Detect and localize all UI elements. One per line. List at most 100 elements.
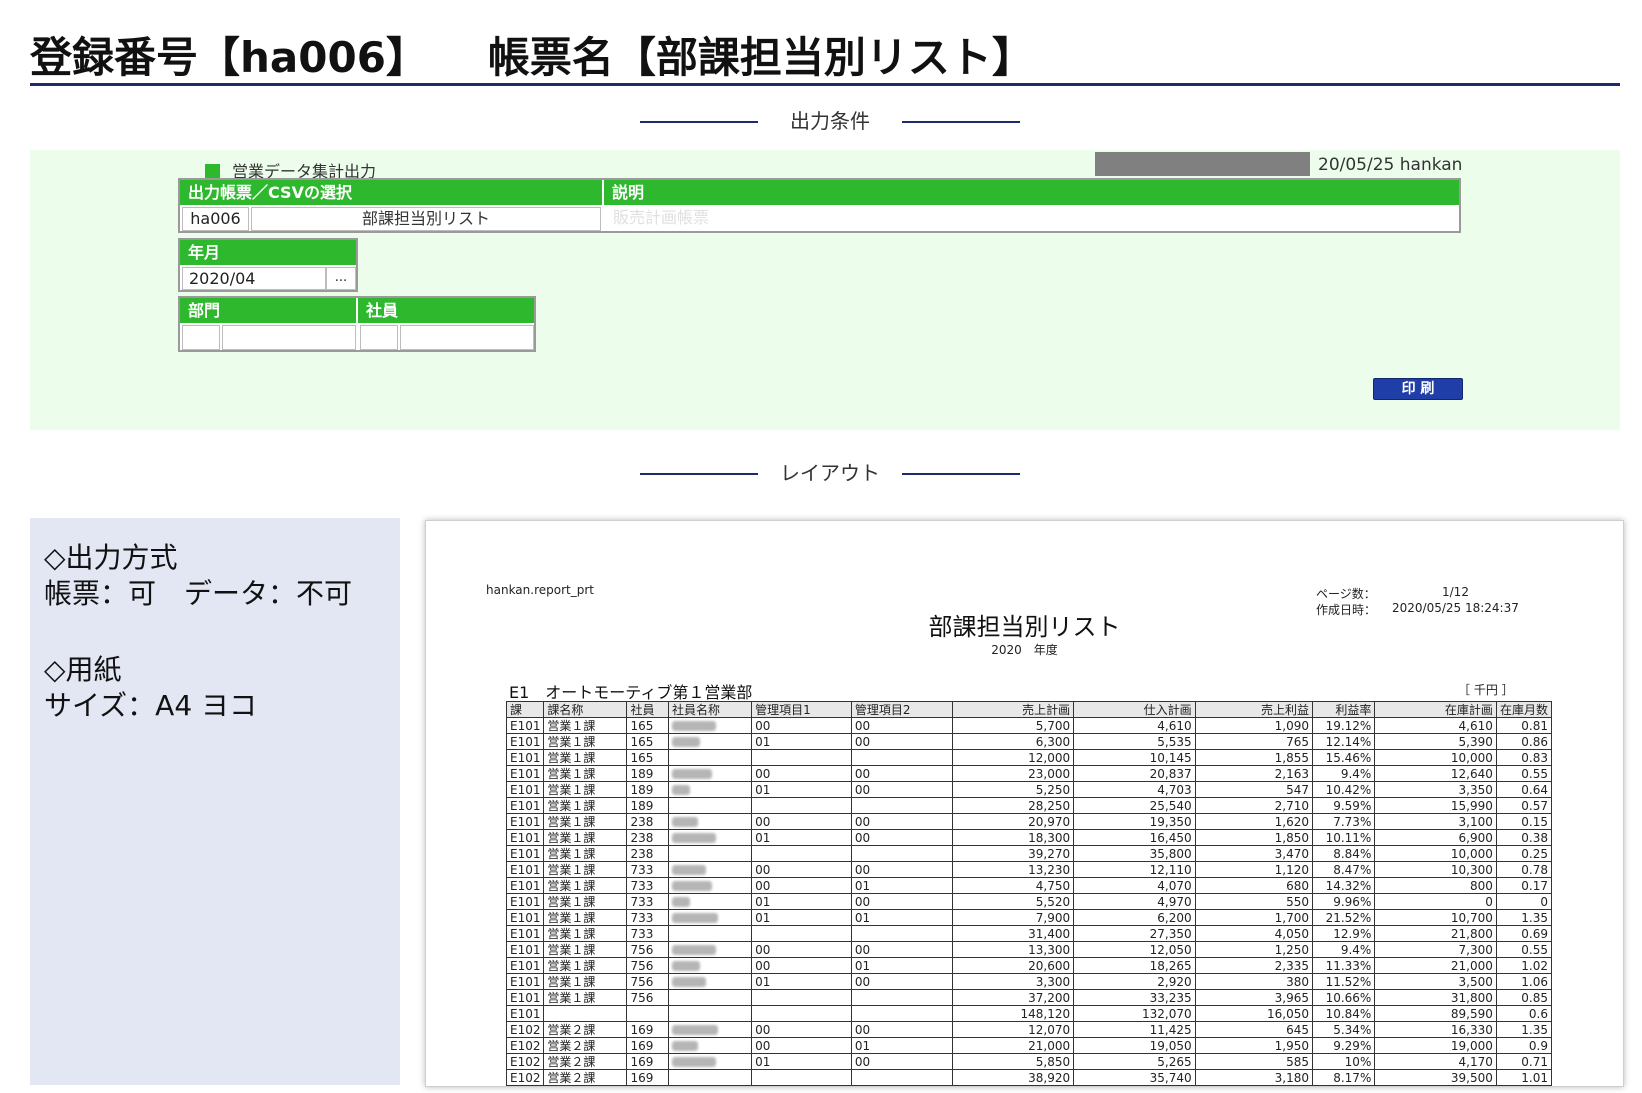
- table-cell: 238: [626, 829, 670, 846]
- department-code-input[interactable]: [182, 325, 220, 350]
- table-cell: 営業１課: [543, 957, 628, 974]
- table-cell: 1.02: [1495, 957, 1553, 974]
- table-cell: [543, 1005, 628, 1022]
- column-header: 課名称: [543, 701, 628, 718]
- table-cell: 4,050: [1194, 925, 1314, 942]
- paper-value: サイズ：A4 ヨコ: [44, 689, 258, 722]
- table-cell: 営業１課: [543, 941, 628, 958]
- redacted-name: [672, 1057, 717, 1067]
- table-cell: 165: [626, 717, 670, 734]
- table-cell: 1.35: [1495, 909, 1553, 926]
- table-cell: 3,100: [1374, 813, 1497, 830]
- column-header: 管理項目2: [850, 701, 953, 718]
- table-cell: 営業１課: [543, 989, 628, 1006]
- output-select-header: 出力帳票／CSVの選択: [180, 180, 602, 205]
- table-cell: 00: [751, 957, 852, 974]
- year-month-picker-button[interactable]: ...: [326, 267, 356, 290]
- table-row: E101 営業１課 165 12,000 10,145 1,855 15.46% 10,000…: [505, 749, 1553, 766]
- table-row: E102 営業２課 169 38,920 35,740 3,180 8.17% 39,500 1…: [505, 1069, 1553, 1086]
- year-month-header: 年月: [180, 240, 356, 265]
- table-cell: E101: [505, 845, 545, 862]
- table-cell: 2,920: [1073, 973, 1196, 990]
- table-cell: 3,965: [1194, 989, 1314, 1006]
- table-cell: 00: [850, 781, 953, 798]
- registration-number: 登録番号【ha006】: [30, 33, 428, 82]
- table-cell: [668, 1005, 753, 1022]
- table-cell: 5,535: [1073, 733, 1196, 750]
- table-cell: 営業２課: [543, 1021, 628, 1038]
- table-cell: 1,700: [1194, 909, 1314, 926]
- redacted-name: [672, 977, 707, 987]
- table-cell: 00: [751, 941, 852, 958]
- table-cell: E101: [505, 829, 545, 846]
- table-cell: 12,110: [1073, 861, 1196, 878]
- table-cell: 733: [626, 909, 670, 926]
- table-cell: 16,450: [1073, 829, 1196, 846]
- user-info: 20/05/25 hankan: [1318, 155, 1463, 175]
- table-cell: [668, 813, 753, 830]
- table-cell: 01: [751, 909, 852, 926]
- table-cell: [751, 1005, 852, 1022]
- column-header: 利益率: [1312, 701, 1376, 718]
- table-cell: 0: [1495, 893, 1553, 910]
- column-header: 社員: [626, 701, 670, 718]
- year-month-input[interactable]: 2020/04: [182, 267, 326, 290]
- print-button[interactable]: 印 刷: [1373, 378, 1463, 400]
- table-cell: 0.9: [1495, 1037, 1553, 1054]
- output-code-field[interactable]: ha006: [182, 207, 249, 231]
- redacted-name: [672, 1025, 719, 1035]
- table-cell: 営業１課: [543, 909, 628, 926]
- table-cell: [751, 989, 852, 1006]
- table-cell: 733: [626, 877, 670, 894]
- table-cell: [850, 749, 953, 766]
- table-row: E101 営業１課 733 01 01 7,900 6,200 1,700 21.52% 10,7…: [505, 909, 1553, 926]
- column-header: 仕入計画: [1073, 701, 1196, 718]
- table-cell: E102: [505, 1037, 545, 1054]
- table-cell: 733: [626, 861, 670, 878]
- table-cell: E102: [505, 1021, 545, 1038]
- table-cell: 3,500: [1374, 973, 1497, 990]
- table-cell: 39,500: [1374, 1069, 1497, 1086]
- table-cell: 1,620: [1194, 813, 1314, 830]
- table-row: E101 148,120 132,070 16,050 10.84% 89,590 0.6: [505, 1005, 1553, 1022]
- table-cell: 238: [626, 813, 670, 830]
- table-cell: 21,800: [1374, 925, 1497, 942]
- table-cell: 0.17: [1495, 877, 1553, 894]
- table-cell: 0.85: [1495, 989, 1553, 1006]
- table-cell: 3,300: [951, 973, 1075, 990]
- table-cell: [668, 1037, 753, 1054]
- column-header: 売上利益: [1194, 701, 1314, 718]
- table-cell: 2,710: [1194, 797, 1314, 814]
- table-cell: 8.47%: [1312, 861, 1376, 878]
- employee-name-field: [400, 325, 534, 350]
- employee-code-input[interactable]: [360, 325, 398, 350]
- table-cell: 0: [1374, 893, 1497, 910]
- table-cell: 11.33%: [1312, 957, 1376, 974]
- table-cell: 01: [850, 877, 953, 894]
- table-row: E101 営業１課 733 01 00 5,520 4,970 550 9.96% 0 0: [505, 893, 1553, 910]
- table-row: E102 営業２課 169 00 01 21,000 19,050 1,950 9.29% 19,…: [505, 1037, 1553, 1054]
- output-name-field[interactable]: 部課担当別リスト: [251, 207, 601, 231]
- table-cell: 645: [1194, 1021, 1314, 1038]
- table-cell: 15.46%: [1312, 749, 1376, 766]
- report-preview: hankan.report_prt ページ数： 1/12 作成日時： 2020/…: [425, 520, 1624, 1087]
- table-cell: 89,590: [1374, 1005, 1497, 1022]
- table-cell: 01: [850, 1037, 953, 1054]
- redacted-bar: [1095, 152, 1310, 176]
- table-cell: 0.25: [1495, 845, 1553, 862]
- report-unit: ［ 千円 ］: [1458, 683, 1514, 697]
- table-cell: 5,265: [1073, 1053, 1196, 1070]
- table-cell: 0.64: [1495, 781, 1553, 798]
- section-layout: レイアウト: [640, 458, 1020, 488]
- description-field: 販売計画帳票: [605, 207, 1458, 231]
- table-cell: 0.55: [1495, 941, 1553, 958]
- table-cell: [668, 909, 753, 926]
- page-count-label: ページ数：: [1316, 587, 1376, 601]
- report-title: 部課担当別リスト: [928, 613, 1121, 641]
- table-cell: 25,540: [1073, 797, 1196, 814]
- column-header: 在庫月数: [1495, 701, 1553, 718]
- table-cell: [668, 749, 753, 766]
- column-header: 社員名称: [668, 701, 753, 718]
- table-row: E101 営業１課 238 39,270 35,800 3,470 8.84% 10,000 0…: [505, 845, 1553, 862]
- table-row: E101 営業１課 165 01 00 6,300 5,535 765 12.14% 5,390 0…: [505, 733, 1553, 750]
